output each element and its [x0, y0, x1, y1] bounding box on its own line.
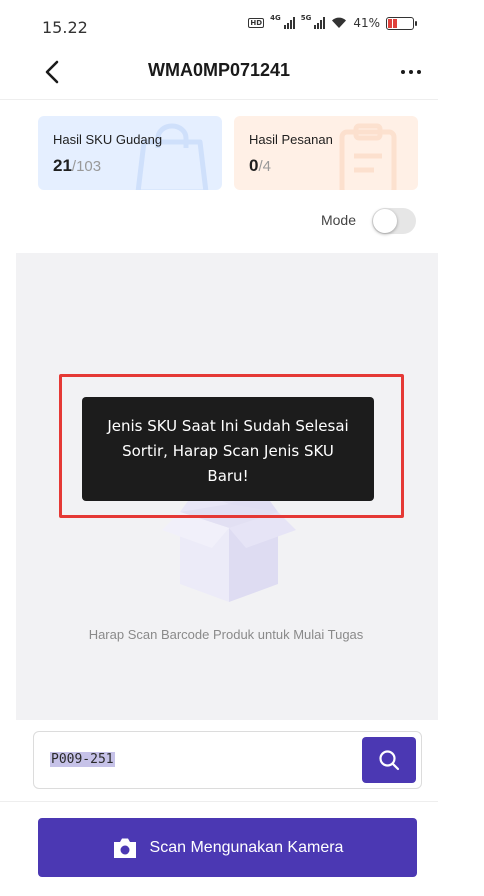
sku-result-card[interactable]: Hasil SKU Gudang 21/103 [38, 116, 222, 190]
search-button[interactable] [362, 737, 416, 783]
order-result-card[interactable]: Hasil Pesanan 0/4 [234, 116, 418, 190]
app-header: WMA0MP071241 [0, 48, 438, 100]
signal-icon [283, 17, 295, 29]
signal-icon [314, 17, 326, 29]
order-result-label: Hasil Pesanan [249, 132, 333, 147]
scan-camera-button[interactable]: Scan Mengunakan Kamera [38, 818, 417, 877]
mode-label: Mode [320, 212, 356, 228]
hd-voice-icon: HD [248, 18, 265, 28]
scan-camera-label: Scan Mengunakan Kamera [149, 838, 344, 856]
status-indicators: HD 4G 5G 41% [248, 14, 417, 30]
camera-icon [113, 838, 136, 858]
order-result-value: 0/4 [249, 156, 271, 175]
mode-row: Mode [0, 207, 438, 235]
barcode-search-value: P009-251 [50, 752, 115, 767]
network-4g-label: 4G [270, 14, 281, 22]
search-row: P009-251 [0, 720, 438, 802]
more-horizontal-icon [401, 70, 405, 74]
clipboard-icon [339, 123, 397, 190]
wifi-icon [332, 17, 347, 28]
status-bar: 15.22 HD 4G 5G 41% [0, 0, 484, 48]
network-5g-label: 5G [300, 14, 312, 22]
empty-state-text: Harap Scan Barcode Produk untuk Mulai Tu… [88, 627, 364, 642]
mode-toggle[interactable] [372, 208, 416, 234]
more-options-button[interactable] [396, 60, 426, 84]
page-title: WMA0MP071241 [147, 60, 291, 80]
sku-result-value: 21/103 [53, 156, 102, 175]
battery-percent: 41% [353, 16, 380, 30]
status-time: 15.22 [42, 18, 88, 37]
battery-icon [386, 16, 417, 30]
sku-result-label: Hasil SKU Gudang [53, 132, 163, 147]
search-icon [379, 750, 400, 771]
barcode-search-input[interactable]: P009-251 [33, 731, 422, 789]
highlight-annotation [59, 374, 404, 518]
